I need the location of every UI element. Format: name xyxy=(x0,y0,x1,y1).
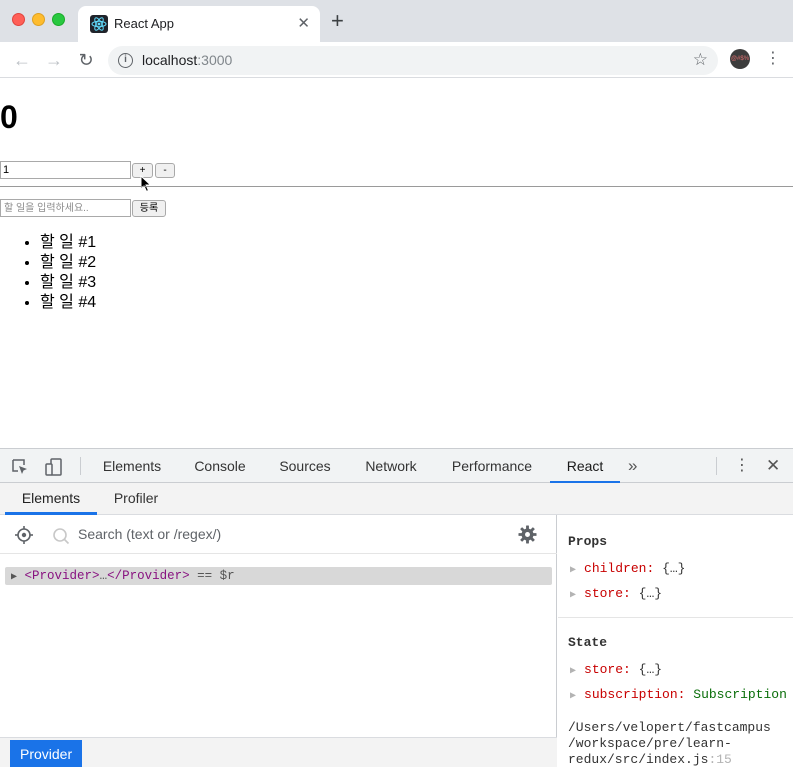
tab-elements[interactable]: Elements xyxy=(100,449,164,483)
expand-arrow-icon[interactable]: ▶ xyxy=(11,572,17,583)
prop-row[interactable]: ▶ children: {…} xyxy=(570,561,685,576)
bookmark-star-icon[interactable]: ☆ xyxy=(693,50,708,70)
gear-icon[interactable] xyxy=(518,525,537,544)
todo-input[interactable] xyxy=(0,199,131,217)
browser-tab[interactable]: React App ✕ xyxy=(78,6,320,42)
new-tab-icon[interactable]: + xyxy=(331,10,344,32)
diff-input[interactable] xyxy=(0,161,131,179)
horizontal-divider xyxy=(0,186,793,187)
browser-tab-bar: React App ✕ + xyxy=(0,0,793,42)
minimize-window-button[interactable] xyxy=(32,13,45,26)
expand-caret-icon: ▶ xyxy=(570,565,577,576)
component-tree-pane: ▶ <Provider>…</Provider> == $r Provider xyxy=(0,515,557,767)
toolbar-separator xyxy=(80,457,81,475)
select-component-icon[interactable] xyxy=(14,525,34,545)
props-title: Props xyxy=(568,534,608,549)
toolbar-separator xyxy=(716,457,717,475)
expand-caret-icon: ▶ xyxy=(570,691,577,702)
zoom-window-button[interactable] xyxy=(52,13,65,26)
todo-item[interactable]: 할 일 #3 xyxy=(40,273,96,293)
todo-item[interactable]: 할 일 #4 xyxy=(40,293,96,313)
reload-icon[interactable]: ↻ xyxy=(74,48,98,72)
react-logo-icon xyxy=(90,15,108,33)
tab-console[interactable]: Console xyxy=(190,449,250,483)
browser-menu-icon[interactable]: ⋮ xyxy=(765,49,781,69)
source-location[interactable]: /Users/velopert/fastcampus /workspace/pr… xyxy=(568,720,793,767)
props-state-pane: Props ▶ children: {…} ▶ store: {…} State ▶… xyxy=(558,515,793,767)
react-tab-elements[interactable]: Elements xyxy=(5,483,97,515)
tab-title: React App xyxy=(114,16,174,31)
forward-arrow-icon[interactable]: → xyxy=(42,48,66,72)
search-row xyxy=(0,515,557,554)
devtools-menu-icon[interactable]: ⋮ xyxy=(734,449,750,483)
tree-row-provider[interactable]: ▶ <Provider>…</Provider> == $r xyxy=(5,567,552,585)
state-title: State xyxy=(568,635,608,650)
component-search-input[interactable] xyxy=(78,523,498,545)
back-arrow-icon[interactable]: ← xyxy=(10,48,34,72)
tab-sources[interactable]: Sources xyxy=(275,449,335,483)
more-tabs-icon[interactable]: » xyxy=(628,449,637,483)
tab-network[interactable]: Network xyxy=(361,449,421,483)
devtools-tab-bar: Elements Console Sources Network Perform… xyxy=(0,449,793,483)
info-icon[interactable]: i xyxy=(118,53,133,68)
counter-number: 0 xyxy=(0,99,18,135)
expand-caret-icon: ▶ xyxy=(570,590,577,601)
react-tab-profiler[interactable]: Profiler xyxy=(100,483,172,515)
devtools-close-icon[interactable]: ✕ xyxy=(766,449,780,483)
device-toolbar-icon[interactable] xyxy=(45,458,63,476)
devtools-panel: Elements Console Sources Network Perform… xyxy=(0,448,793,767)
section-divider xyxy=(558,617,793,618)
state-row[interactable]: ▶ subscription: Subscription xyxy=(570,687,787,702)
expand-caret-icon: ▶ xyxy=(570,666,577,677)
tab-react[interactable]: React xyxy=(550,449,620,483)
prop-row[interactable]: ▶ store: {…} xyxy=(570,586,662,601)
url-text: localhost:3000 xyxy=(142,52,233,68)
page-content: 0 + - 등록 할 일 #1 할 일 #2 할 일 #3 할 일 #4 xyxy=(0,79,793,448)
close-window-button[interactable] xyxy=(12,13,25,26)
state-row[interactable]: ▶ store: {…} xyxy=(570,662,662,677)
address-bar[interactable]: i localhost:3000 ☆ xyxy=(108,46,718,75)
todo-item[interactable]: 할 일 #1 xyxy=(40,233,96,253)
inspect-element-icon[interactable] xyxy=(11,458,29,476)
profile-avatar[interactable]: @#$% xyxy=(730,49,750,69)
mouse-cursor-icon xyxy=(140,175,152,193)
browser-toolbar: ← → ↻ i localhost:3000 ☆ @#$% ⋮ xyxy=(0,42,793,78)
search-icon xyxy=(53,528,70,545)
tab-close-icon[interactable]: ✕ xyxy=(297,14,310,32)
react-devtools-tab-bar: Elements Profiler xyxy=(0,483,793,515)
todo-item[interactable]: 할 일 #2 xyxy=(40,253,96,273)
register-button[interactable]: 등록 xyxy=(132,200,166,217)
decrease-button[interactable]: - xyxy=(155,163,175,178)
tab-performance[interactable]: Performance xyxy=(447,449,537,483)
breadcrumb-item-provider[interactable]: Provider xyxy=(10,740,83,767)
component-breadcrumb: Provider xyxy=(0,737,557,767)
todo-list: 할 일 #1 할 일 #2 할 일 #3 할 일 #4 xyxy=(40,233,96,313)
